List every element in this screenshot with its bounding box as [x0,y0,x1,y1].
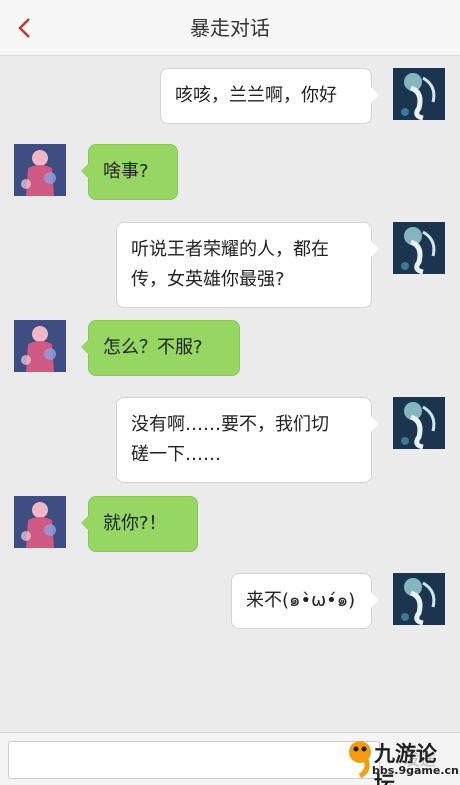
avatar-contact [14,496,66,548]
avatar-self [393,397,445,449]
avatar-self [393,222,445,274]
watermark-url: bbs.9game.cn [372,764,459,777]
watermark-brand: 九游论坛 [374,742,437,785]
avatar-image [14,320,66,372]
message-bubble-incoming: 就你?！ [81,496,198,552]
message-bubble-outgoing: 咳咳，兰兰啊，你好 [160,68,379,124]
avatar-self [393,573,445,625]
message-bubble-incoming: 啥事? [81,144,178,200]
avatar-image [393,68,445,120]
avatar-image [14,144,66,196]
message-bubble-outgoing: 来不(๑•̀ω•́๑) [231,573,379,629]
watermark: 九游论坛 bbs.9game.cn [346,736,459,785]
message-bubble-outgoing: 没有啊……要不，我们切 磋一下…… [116,397,379,483]
avatar-contact [14,320,66,372]
avatar-contact [14,144,66,196]
message-bubble-outgoing: 听说王者荣耀的人，都在 传，女英雄你最强? [116,222,379,308]
avatar-image [14,496,66,548]
avatar-image [393,397,445,449]
page-title: 暴走对话 [190,16,270,40]
message-input[interactable] [8,741,380,779]
avatar-image [393,573,445,625]
avatar-self [393,68,445,120]
message-bubble-incoming: 怎么？不服? [81,320,240,376]
message-list: 咳咳，兰兰啊，你好 啥事? 听说王者荣耀的人，都在 传，女英雄你最强? 怎么？不… [0,56,460,732]
app-header: 暴走对话 [0,0,460,56]
avatar-image [393,222,445,274]
